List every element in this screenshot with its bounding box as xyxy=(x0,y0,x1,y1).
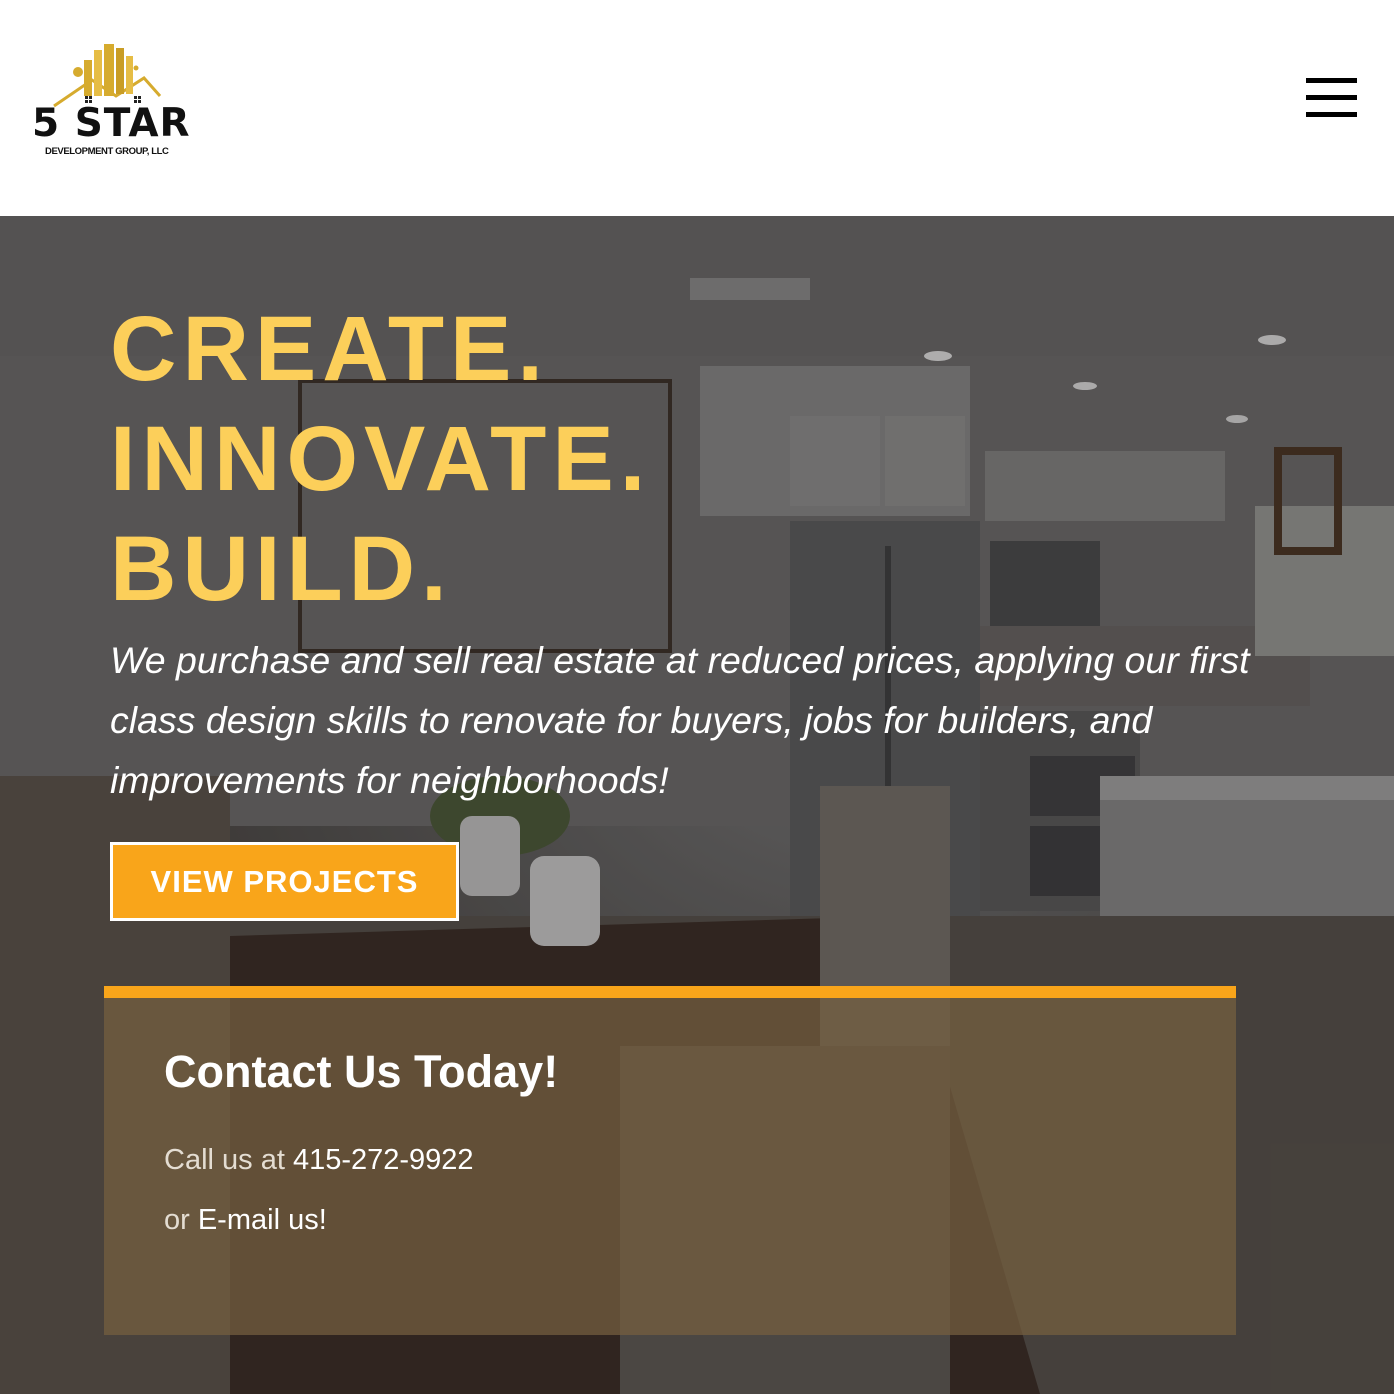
contact-title: Contact Us Today! xyxy=(164,1046,559,1097)
logo-subtitle: DEVELOPMENT GROUP, LLC xyxy=(45,146,169,157)
hamburger-menu-icon[interactable] xyxy=(1306,78,1358,120)
contact-card: Contact Us Today! Call us at 415-272-992… xyxy=(104,986,1236,1335)
menu-bar xyxy=(1306,95,1357,100)
call-prefix: Call us at xyxy=(164,1144,293,1176)
hero-section: CREATE. INNOVATE. BUILD. We purchase and… xyxy=(0,216,1394,1394)
menu-bar xyxy=(1306,78,1357,83)
headline-line-innovate: INNOVATE. xyxy=(110,408,652,510)
contact-phone-line: Call us at 415-272-9922 xyxy=(164,1142,474,1178)
hero-tagline: We purchase and sell real estate at redu… xyxy=(110,639,1250,801)
contact-email-line: or E-mail us! xyxy=(164,1202,327,1238)
menu-bar xyxy=(1306,112,1357,117)
logo-title: 5 STAR xyxy=(32,101,191,146)
hero-headline: CREATE. INNOVATE. BUILD. xyxy=(110,294,1010,624)
phone-link[interactable]: 415-272-9922 xyxy=(293,1144,474,1176)
headline-line-build: BUILD. xyxy=(110,518,453,620)
view-projects-button[interactable]: VIEW PROJECTS xyxy=(110,842,459,921)
email-link[interactable]: E-mail us! xyxy=(198,1204,327,1236)
headline-line-create: CREATE. xyxy=(110,298,549,400)
email-prefix: or xyxy=(164,1204,198,1236)
company-logo[interactable]: 5 STAR DEVELOPMENT GROUP, LLC xyxy=(32,38,207,163)
site-header: 5 STAR DEVELOPMENT GROUP, LLC xyxy=(0,0,1394,216)
